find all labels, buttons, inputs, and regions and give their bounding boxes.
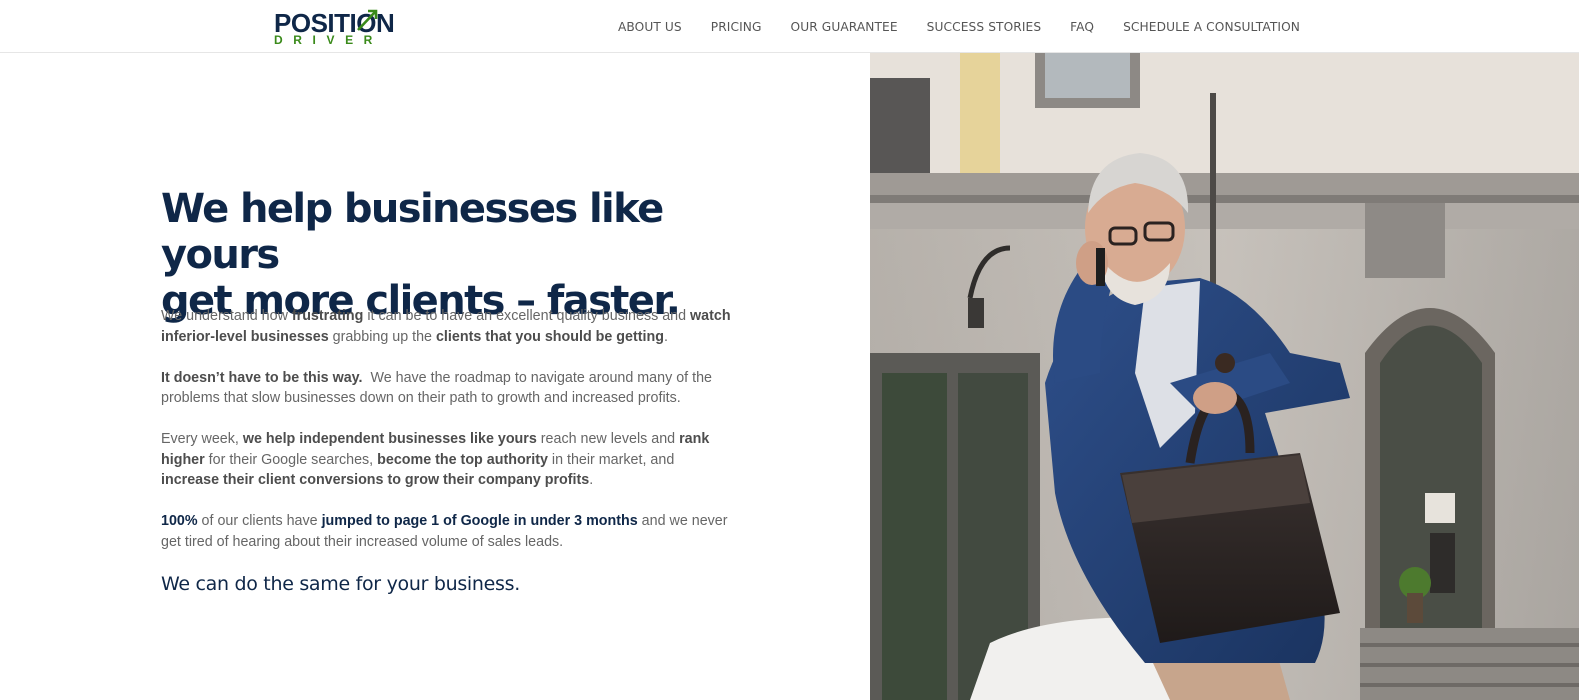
hero-tagline: We can do the same for your business.: [161, 573, 520, 595]
text-bold: clients that you should be getting: [435, 328, 664, 345]
text-span: .: [589, 472, 594, 488]
text-span: reach new levels and: [536, 431, 680, 447]
nav-schedule-consultation[interactable]: SCHEDULE A CONSULTATION: [1123, 20, 1300, 34]
nav-our-guarantee[interactable]: OUR GUARANTEE: [791, 20, 898, 34]
text-bold: It doesn’t have to be this way.: [161, 369, 363, 386]
logo-arrow-icon: [357, 9, 378, 31]
paragraph-roadmap: It doesn’t have to be this way. We have …: [161, 368, 736, 409]
text-bold: jumped to page 1 of Google in under 3 mo…: [321, 513, 638, 529]
paragraph-results: 100% of our clients have jumped to page …: [161, 511, 736, 552]
hero-heading: We help businesses like yours get more c…: [161, 186, 781, 324]
text-span: in their market, and: [547, 451, 675, 468]
text-bold: become the top authority: [377, 451, 548, 468]
text-span: for their Google searches,: [204, 451, 378, 468]
text-bold: we help independent businesses like your…: [242, 431, 537, 447]
text-span: it can be to have an excellent quality b…: [363, 308, 691, 324]
text-span: of our clients have: [197, 513, 322, 529]
text-span: We understand how: [161, 308, 292, 324]
nav-success-stories[interactable]: SUCCESS STORIES: [927, 20, 1042, 34]
logo-link[interactable]: POSITION DRIVER: [274, 6, 395, 48]
text-span: .: [663, 328, 668, 345]
text-bold: frustrating: [291, 308, 364, 324]
nav-about-us[interactable]: ABOUT US: [618, 20, 682, 34]
hero-body: We understand how frustrating it can be …: [161, 306, 736, 573]
nav-faq[interactable]: FAQ: [1070, 20, 1094, 34]
text-bold: 100%: [161, 513, 198, 529]
logo-wordmark-bottom: DRIVER: [274, 33, 383, 47]
main-nav: ABOUT US PRICING OUR GUARANTEE SUCCESS S…: [618, 0, 1300, 53]
hero-heading-line-1: We help businesses like yours: [161, 186, 664, 278]
text-span: Every week,: [161, 431, 243, 447]
text-span: grabbing up the: [328, 328, 436, 345]
businessman-on-phone-photo: [870, 53, 1579, 700]
paragraph-frustration: We understand how frustrating it can be …: [161, 306, 736, 347]
text-bold: increase their client conversions to gro…: [161, 472, 590, 488]
photo-illustration: [870, 53, 1579, 700]
nav-pricing[interactable]: PRICING: [711, 20, 762, 34]
paragraph-every-week: Every week, we help independent business…: [161, 429, 736, 491]
site-header: POSITION DRIVER ABOUT US PRICING OUR GUA…: [0, 0, 1579, 53]
